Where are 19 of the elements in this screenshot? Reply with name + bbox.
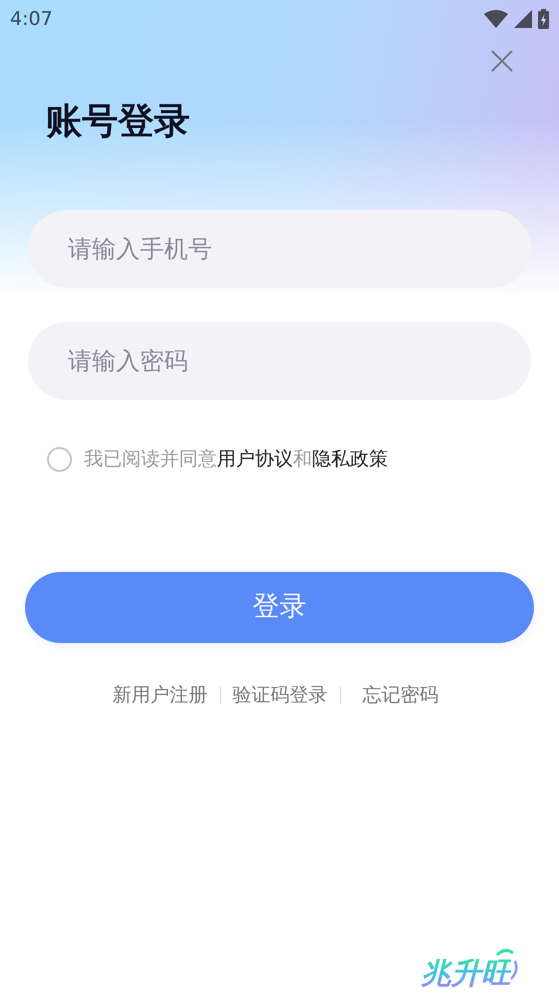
agreement-text: 我已阅读并同意 [84, 447, 217, 472]
wifi-icon [484, 10, 508, 28]
footer-link[interactable]: 忘记密码 [362, 680, 438, 709]
agreement-link[interactable]: 用户协议 [217, 445, 293, 474]
close-button[interactable] [489, 48, 515, 74]
login-button[interactable]: 登录 [25, 572, 534, 642]
agreement-text: 和 [293, 447, 312, 472]
agreement-link[interactable]: 隐私政策 [312, 445, 388, 474]
agreement-checkbox[interactable] [47, 446, 72, 472]
signal-icon [514, 10, 532, 28]
footer-link[interactable]: 验证码登录 [232, 680, 328, 709]
footer-link[interactable]: 新用户注册 [112, 680, 208, 709]
page-title: 账号登录 [46, 104, 190, 140]
status-time: 4:07 [10, 6, 53, 32]
close-icon [491, 50, 513, 72]
battery-icon [538, 9, 549, 29]
input-field[interactable]: 请输入手机号 [28, 210, 531, 288]
input-field[interactable]: 请输入密码 [28, 322, 531, 400]
brand-logo: 兆升旺 [421, 959, 511, 989]
